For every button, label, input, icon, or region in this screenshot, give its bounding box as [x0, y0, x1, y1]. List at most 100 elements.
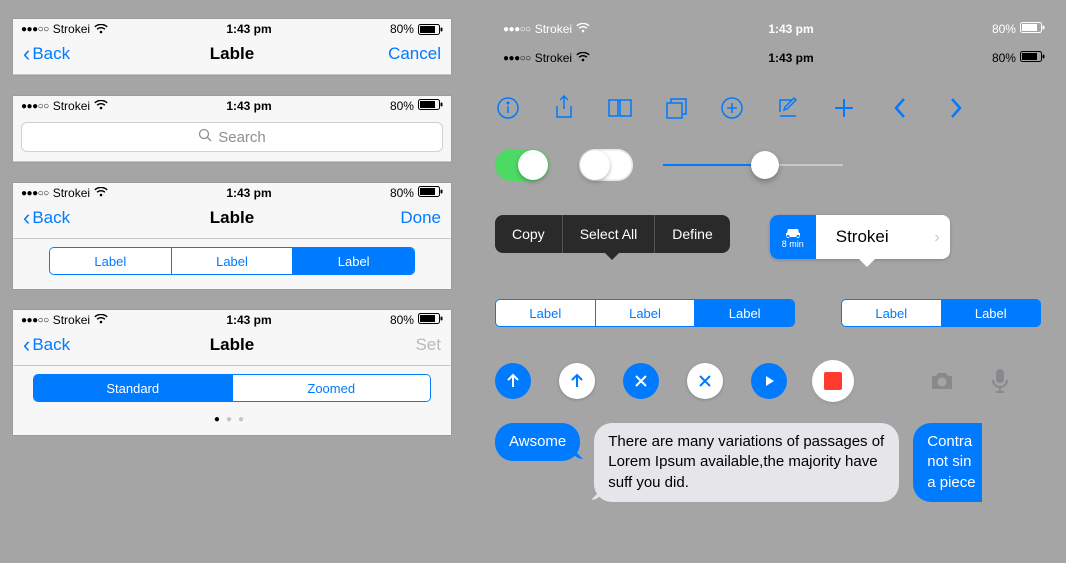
- popover-define[interactable]: Define: [655, 215, 729, 253]
- back-button[interactable]: ‹Back: [23, 208, 103, 228]
- segmented-control[interactable]: Label Label Label: [49, 247, 415, 275]
- arrow-up-button-outline[interactable]: [559, 363, 595, 399]
- signal-dots-icon: ●●●○○: [503, 24, 531, 35]
- battery-icon: [1020, 51, 1045, 65]
- segmented-control-b[interactable]: Label Label: [841, 299, 1041, 327]
- info-icon[interactable]: [495, 95, 521, 121]
- switch-on[interactable]: [495, 149, 549, 181]
- seg-zoomed[interactable]: Zoomed: [233, 375, 431, 401]
- seg-1[interactable]: Label: [50, 248, 172, 274]
- clock-label: 1:43 pm: [768, 51, 813, 65]
- nav-panel-set: ●●●○○ Strokei 1:43 pm 80% ‹Back Lable Set…: [13, 310, 451, 435]
- seg-3[interactable]: Label: [293, 248, 414, 274]
- status-bar-dark: ●●●○○Strokei 1:43 pm 80%: [495, 48, 1053, 67]
- cancel-button[interactable]: Cancel: [361, 44, 441, 64]
- clock-label: 1:43 pm: [226, 99, 271, 113]
- battery-label: 80%: [390, 99, 414, 113]
- signal-dots-icon: ●●●○○: [21, 24, 49, 35]
- chevron-left-icon: ‹: [23, 45, 30, 62]
- seg-2[interactable]: Label: [172, 248, 294, 274]
- popover-copy[interactable]: Copy: [495, 215, 563, 253]
- route-duration: 8 min: [782, 239, 804, 249]
- dot-1: ●: [214, 414, 226, 425]
- nav-title: Lable: [210, 44, 254, 64]
- seg-a1[interactable]: Label: [496, 300, 596, 326]
- done-button[interactable]: Done: [361, 208, 441, 228]
- wifi-icon: [576, 51, 590, 65]
- bookmarks-icon[interactable]: [607, 95, 633, 121]
- route-popover[interactable]: 8 min Strokei ›: [770, 215, 950, 259]
- chevron-right-icon[interactable]: [943, 95, 969, 121]
- carrier-label: Strokei: [53, 99, 90, 113]
- page-dots[interactable]: ●●●: [13, 414, 451, 435]
- route-title: Strokei: [816, 215, 950, 259]
- clock-label: 1:43 pm: [226, 186, 271, 200]
- switch-off[interactable]: [579, 149, 633, 181]
- carrier-label: Strokei: [53, 186, 90, 200]
- plus-icon[interactable]: [831, 95, 857, 121]
- set-button[interactable]: Set: [361, 335, 441, 355]
- battery-icon: [418, 24, 443, 35]
- seg-standard[interactable]: Standard: [34, 375, 233, 401]
- wifi-icon: [94, 99, 108, 113]
- status-bar-light: ●●●○○Strokei 1:43 pm 80%: [495, 19, 1053, 38]
- chevron-left-icon[interactable]: [887, 95, 913, 121]
- status-bar: ●●●○○ Strokei 1:43 pm 80%: [13, 183, 451, 202]
- nav-title: Lable: [210, 335, 254, 355]
- route-mode-icon: 8 min: [770, 215, 816, 259]
- signal-dots-icon: ●●●○○: [21, 188, 49, 199]
- play-button[interactable]: [751, 363, 787, 399]
- nav-panel-cancel: ●●●○○Strokei 1:43 pm 80% ‹Back Lable Can…: [13, 19, 451, 75]
- arrow-up-button[interactable]: [495, 363, 531, 399]
- battery-label: 80%: [390, 313, 414, 327]
- chevron-left-icon: ‹: [23, 336, 30, 353]
- signal-dots-icon: ●●●○○: [503, 53, 531, 64]
- status-bar: ●●●○○ Strokei 1:43 pm 80%: [13, 96, 451, 115]
- carrier-label: Strokei: [535, 51, 572, 65]
- compose-icon[interactable]: [775, 95, 801, 121]
- camera-icon[interactable]: [927, 368, 957, 394]
- dot-3: ●: [238, 414, 250, 425]
- tabs-icon[interactable]: [663, 95, 689, 121]
- clock-label: 1:43 pm: [226, 313, 271, 327]
- clock-label: 1:43 pm: [768, 22, 813, 36]
- toolbar-icons: [495, 85, 1053, 121]
- record-stop-button[interactable]: [815, 363, 851, 399]
- share-icon[interactable]: [551, 95, 577, 121]
- message-bubble-received: There are many variations of passages of…: [594, 423, 899, 502]
- clock-label: 1:43 pm: [226, 22, 271, 36]
- search-icon: [198, 128, 212, 146]
- carrier-label: Strokei: [53, 313, 90, 327]
- battery-icon: [1020, 22, 1045, 36]
- microphone-icon[interactable]: [985, 368, 1015, 394]
- text-action-popover: Copy Select All Define: [495, 215, 730, 253]
- nav-title: Lable: [210, 208, 254, 228]
- segmented-control[interactable]: Standard Zoomed: [33, 374, 431, 402]
- battery-label: 80%: [390, 22, 414, 36]
- seg-b2[interactable]: Label: [942, 300, 1041, 326]
- message-bubble-sent-cut: Contra not sin a piece: [913, 423, 981, 502]
- seg-b1[interactable]: Label: [842, 300, 942, 326]
- popover-select-all[interactable]: Select All: [563, 215, 656, 253]
- battery-label: 80%: [390, 186, 414, 200]
- back-button[interactable]: ‹Back: [23, 335, 103, 355]
- search-panel: ●●●○○ Strokei 1:43 pm 80% Search: [13, 96, 451, 162]
- signal-dots-icon: ●●●○○: [21, 101, 49, 112]
- battery-icon: [418, 99, 443, 113]
- seg-a3[interactable]: Label: [695, 300, 794, 326]
- close-button[interactable]: [623, 363, 659, 399]
- wifi-icon: [94, 186, 108, 200]
- add-circle-icon[interactable]: [719, 95, 745, 121]
- seg-a2[interactable]: Label: [596, 300, 696, 326]
- close-button-outline[interactable]: [687, 363, 723, 399]
- status-bar: ●●●○○ Strokei 1:43 pm 80%: [13, 310, 451, 329]
- wifi-icon: [94, 313, 108, 327]
- battery-icon: [418, 186, 443, 200]
- signal-dots-icon: ●●●○○: [21, 315, 49, 326]
- back-button[interactable]: ‹Back: [23, 44, 103, 64]
- chevron-right-icon: ›: [934, 229, 939, 247]
- search-input[interactable]: Search: [21, 122, 443, 152]
- slider[interactable]: [663, 151, 843, 179]
- battery-icon: [418, 313, 443, 327]
- segmented-control-a[interactable]: Label Label Label: [495, 299, 795, 327]
